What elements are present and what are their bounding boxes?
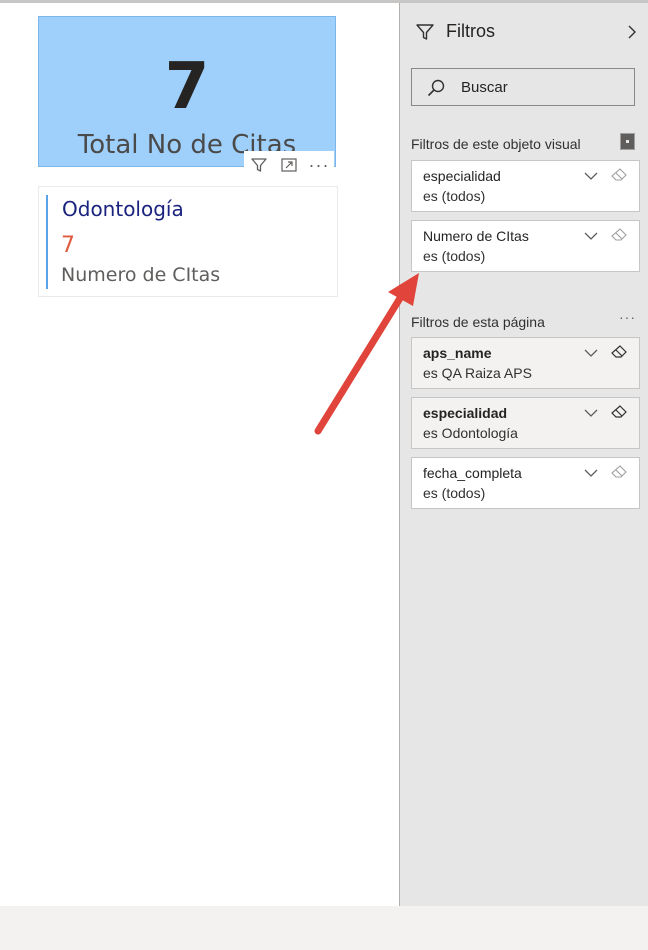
page-filter-card-fecha-completa[interactable]: fecha_completa es (todos) xyxy=(411,457,640,509)
card-label: Numero de CItas xyxy=(61,264,221,286)
eraser-icon[interactable] xyxy=(611,228,627,247)
bottom-bar xyxy=(0,906,648,950)
chevron-down-icon[interactable] xyxy=(583,169,599,187)
filter-icon[interactable] xyxy=(244,152,274,178)
kpi-card[interactable]: 7 Total No de Citas xyxy=(38,16,336,167)
focus-mode-icon[interactable] xyxy=(274,152,304,178)
filter-value: es (todos) xyxy=(423,485,486,501)
eraser-icon[interactable] xyxy=(611,345,627,364)
filter-value: es (todos) xyxy=(423,248,486,264)
eraser-icon[interactable] xyxy=(611,168,627,187)
filter-name: especialidad xyxy=(423,168,501,184)
filter-name: aps_name xyxy=(423,345,492,361)
visual-filter-card-numero-de-citas[interactable]: Numero de CItas es (todos) xyxy=(411,220,640,272)
funnel-icon xyxy=(415,22,435,47)
page-filters-more-icon[interactable]: ··· xyxy=(619,309,636,325)
more-options-icon[interactable]: ··· xyxy=(304,156,334,174)
card-title: Odontología xyxy=(62,197,184,221)
visual-filters-toggle-icon[interactable] xyxy=(620,133,635,150)
multi-row-card[interactable]: Odontología 7 Numero de CItas xyxy=(38,186,338,297)
filter-name: Numero de CItas xyxy=(423,228,529,244)
collapse-chevron-icon[interactable] xyxy=(625,22,639,47)
chevron-down-icon[interactable] xyxy=(583,229,599,247)
filter-pane: Filtros Buscar Filtros de este objeto vi… xyxy=(399,3,648,906)
search-placeholder: Buscar xyxy=(461,79,508,96)
card-accent-bar xyxy=(46,195,48,289)
page-filter-card-aps-name[interactable]: aps_name es QA Raiza APS xyxy=(411,337,640,389)
filter-value: es (todos) xyxy=(423,188,486,204)
chevron-down-icon[interactable] xyxy=(583,466,599,484)
search-icon xyxy=(426,78,446,103)
filter-pane-header: Filtros xyxy=(400,3,648,59)
chevron-down-icon[interactable] xyxy=(583,346,599,364)
filter-value: es Odontología xyxy=(423,425,518,441)
eraser-icon[interactable] xyxy=(611,405,627,424)
eraser-icon[interactable] xyxy=(611,465,627,484)
report-canvas: 7 Total No de Citas ··· Odontología 7 Nu… xyxy=(0,3,399,906)
chevron-down-icon[interactable] xyxy=(583,406,599,424)
visual-filters-title: Filtros de este objeto visual xyxy=(411,136,581,152)
filter-value: es QA Raiza APS xyxy=(423,365,532,381)
filter-search-box[interactable]: Buscar xyxy=(411,68,635,106)
card-value: 7 xyxy=(61,233,75,258)
visual-header: ··· xyxy=(244,151,334,179)
page-filters-title: Filtros de esta página xyxy=(411,314,545,330)
filter-name: especialidad xyxy=(423,405,508,421)
filter-name: fecha_completa xyxy=(423,465,522,481)
filter-pane-title: Filtros xyxy=(446,21,495,41)
kpi-value: 7 xyxy=(164,50,210,124)
visual-filter-card-especialidad[interactable]: especialidad es (todos) xyxy=(411,160,640,212)
page-filter-card-especialidad[interactable]: especialidad es Odontología xyxy=(411,397,640,449)
